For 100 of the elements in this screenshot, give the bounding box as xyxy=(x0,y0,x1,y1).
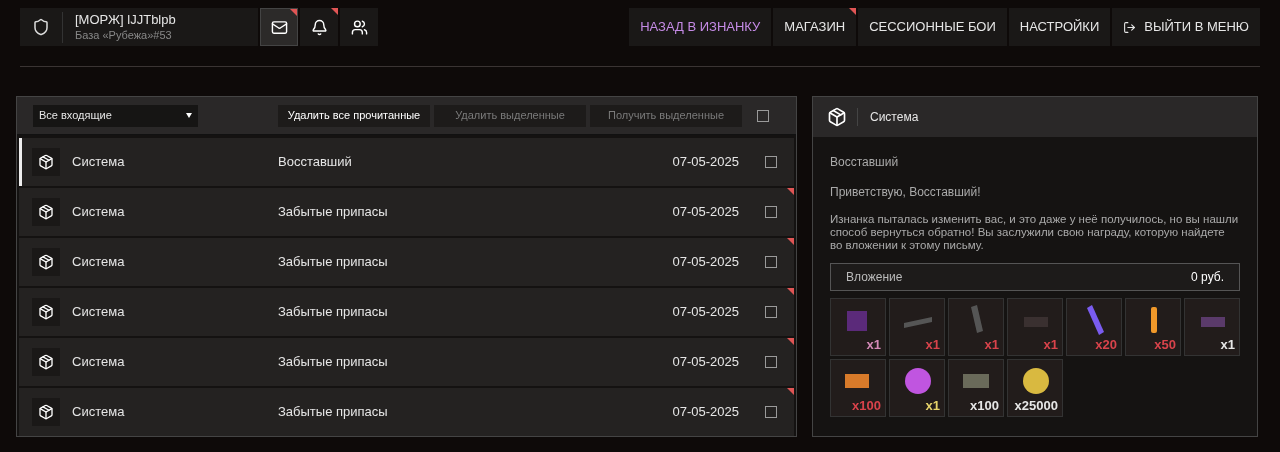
sender-text: Система xyxy=(72,203,126,222)
checkbox[interactable] xyxy=(765,356,777,368)
sender-text: Система xyxy=(72,253,126,272)
package-icon xyxy=(38,354,54,370)
sender-text: Система xyxy=(72,153,126,172)
reward-slot[interactable]: x100 xyxy=(830,359,886,417)
friends-icon xyxy=(350,18,368,36)
reward-slot[interactable]: x1 xyxy=(948,298,1004,356)
message-row[interactable]: Система Забытые припасы 07-05-2025 xyxy=(19,288,794,336)
reward-slot[interactable]: x25000 xyxy=(1007,359,1063,417)
reward-slot[interactable]: x1 xyxy=(889,298,945,356)
bell-icon xyxy=(310,18,328,36)
date-text: 07-05-2025 xyxy=(672,403,739,422)
date-text: 07-05-2025 xyxy=(672,153,739,172)
mail-icon xyxy=(270,18,288,36)
item-count: x20 xyxy=(1095,335,1117,354)
item-icon xyxy=(1201,317,1225,327)
mail-button[interactable] xyxy=(260,8,298,46)
letter-title: Восставший xyxy=(830,154,900,171)
reward-slot[interactable]: x20 xyxy=(1066,298,1122,356)
reward-slot[interactable]: x1 xyxy=(830,298,886,356)
checkbox[interactable] xyxy=(765,156,777,168)
message-row[interactable]: Система Забытые припасы 07-05-2025 xyxy=(19,388,794,436)
nav-button[interactable]: НАСТРОЙКИ xyxy=(1008,8,1111,46)
package-icon xyxy=(38,404,54,420)
filter-dropdown[interactable]: Все входящие xyxy=(33,104,198,127)
sender-text: Система xyxy=(72,403,126,422)
attachment-price: 0 руб. xyxy=(1191,269,1224,286)
checkbox[interactable] xyxy=(765,406,777,418)
toolbar-button[interactable]: Удалить все прочитанные xyxy=(278,104,430,127)
unread-flag xyxy=(787,338,794,345)
reward-slot[interactable]: x1 xyxy=(889,359,945,417)
package-icon xyxy=(38,154,54,170)
checkbox[interactable] xyxy=(757,109,769,122)
item-count: x1 xyxy=(925,335,940,354)
letter-body: Изнанка пыталась изменить вас, и это даже у неё получилось, но вы нашли способ вернуться обратно! Вы заслужили свою награду, которую найдете во вложении к этому письму. xyxy=(830,213,1240,252)
item-icon xyxy=(1023,368,1049,394)
item-count: x100 xyxy=(970,396,999,415)
nav-button[interactable]: МАГАЗИН xyxy=(773,8,857,46)
nav-button[interactable]: НАЗАД В ИЗНАНКУ xyxy=(629,8,772,46)
nav-button[interactable]: ВЫЙТИ В МЕНЮ xyxy=(1112,8,1260,46)
letter-greeting: Приветствую, Восставший! xyxy=(830,184,982,201)
date-text: 07-05-2025 xyxy=(672,303,739,322)
subject-text: Забытые припасы xyxy=(278,353,389,372)
dropdown-caret-icon xyxy=(186,113,192,118)
unread-flag xyxy=(787,188,794,195)
item-icon xyxy=(971,305,983,333)
item-icon xyxy=(845,374,869,388)
letter-sender: Система xyxy=(857,108,919,126)
subject-text: Забытые припасы xyxy=(278,203,389,222)
item-icon xyxy=(1087,305,1104,335)
reward-slot[interactable]: x100 xyxy=(948,359,1004,417)
attachment-label: Вложение xyxy=(846,269,903,286)
message-row[interactable]: Система Забытые припасы 07-05-2025 xyxy=(19,238,794,286)
reward-slot[interactable]: x1 xyxy=(1007,298,1063,356)
player-name: [МОРЖ] lJJTblpb xyxy=(75,11,176,28)
date-text: 07-05-2025 xyxy=(672,353,739,372)
friends-button[interactable] xyxy=(340,8,378,46)
item-count: x100 xyxy=(852,396,881,415)
date-text: 07-05-2025 xyxy=(672,253,739,272)
item-count: x1 xyxy=(866,335,881,354)
subject-text: Забытые припасы xyxy=(278,403,389,422)
bell-button[interactable] xyxy=(300,8,338,46)
reward-slot[interactable]: x1 xyxy=(1184,298,1240,356)
item-icon xyxy=(905,368,931,394)
item-count: x1 xyxy=(1043,335,1058,354)
subject-text: Забытые припасы xyxy=(278,253,389,272)
unread-flag xyxy=(787,288,794,295)
sender-text: Система xyxy=(72,353,126,372)
item-count: x1 xyxy=(1220,335,1235,354)
message-row[interactable]: Система Восставший 07-05-2025 xyxy=(19,138,794,186)
checkbox[interactable] xyxy=(765,206,777,218)
exit-icon xyxy=(1123,20,1137,34)
unread-flag xyxy=(787,388,794,395)
checkbox[interactable] xyxy=(765,256,777,268)
item-count: x1 xyxy=(984,335,999,354)
item-icon xyxy=(963,374,989,388)
subject-text: Забытые припасы xyxy=(278,303,389,322)
nav-button[interactable]: СЕССИОННЫЕ БОИ xyxy=(858,8,1007,46)
item-icon xyxy=(1151,307,1157,333)
subject-text: Восставший xyxy=(278,153,353,172)
date-text: 07-05-2025 xyxy=(672,203,739,222)
item-count: x1 xyxy=(925,396,940,415)
base-label: База «Рубежа»#53 xyxy=(75,27,173,43)
package-icon xyxy=(38,254,54,270)
message-row[interactable]: Система Забытые припасы 07-05-2025 xyxy=(19,338,794,386)
package-icon xyxy=(38,204,54,220)
package-icon xyxy=(827,107,847,127)
item-count: x25000 xyxy=(1014,396,1058,415)
unread-flag xyxy=(787,238,794,245)
shield-icon xyxy=(32,18,50,36)
item-icon xyxy=(904,317,932,328)
item-count: x50 xyxy=(1154,335,1176,354)
reward-slot[interactable]: x50 xyxy=(1125,298,1181,356)
package-icon xyxy=(38,304,54,320)
item-icon xyxy=(1024,317,1048,327)
item-icon xyxy=(847,311,867,331)
checkbox[interactable] xyxy=(765,306,777,318)
message-row[interactable]: Система Забытые припасы 07-05-2025 xyxy=(19,188,794,236)
sender-text: Система xyxy=(72,303,126,322)
